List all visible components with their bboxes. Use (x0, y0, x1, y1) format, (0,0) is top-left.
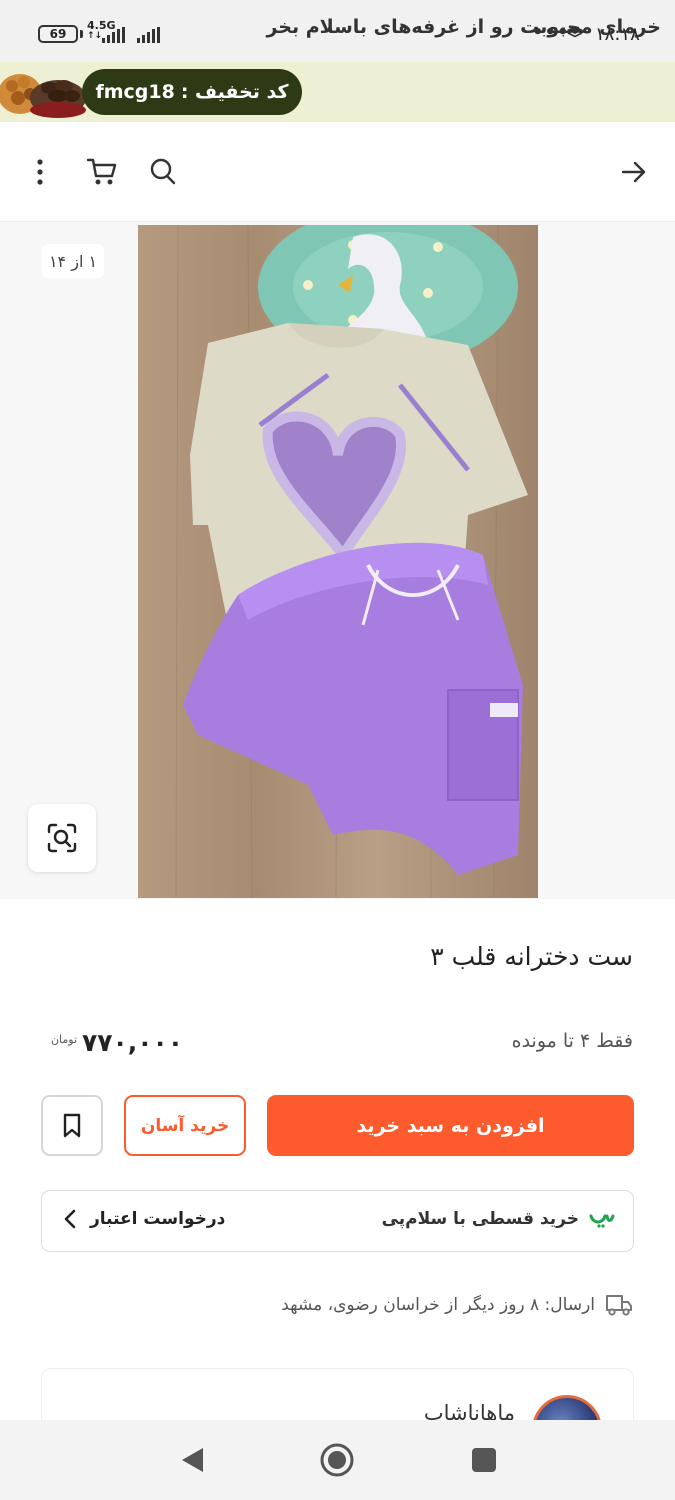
search-icon (150, 158, 176, 185)
dates-product-image (0, 74, 86, 118)
back-nav-icon (182, 1448, 203, 1472)
truck-icon (606, 1295, 632, 1316)
credit-request-link[interactable]: درخواست اعتبار (64, 1209, 225, 1229)
more-icon (37, 159, 43, 185)
nav-home-button[interactable] (317, 1440, 357, 1480)
chevron-left-icon (64, 1209, 76, 1229)
shipping-info: ارسال: ۸ روز دیگر از خراسان رضوی، مشهد (281, 1293, 633, 1317)
back-arrow-icon (621, 161, 646, 183)
promo-text: خرمای محبوبت رو از غرفه‌های باسلام بخر (266, 16, 661, 38)
nav-recents-button[interactable] (464, 1440, 504, 1480)
discount-code: fmcg18 (95, 81, 175, 103)
discount-code-label: کد تخفیف : (180, 81, 289, 103)
product-price: ۷۷۰,۰۰۰ (82, 1028, 184, 1057)
seller-card[interactable]: ماهاناشاپ (41, 1368, 634, 1428)
add-to-cart-button[interactable]: افزودن به سبد خرید (267, 1095, 634, 1156)
cart-button[interactable] (80, 150, 124, 194)
installment-credit-card[interactable]: خرید قسطی با سلام‌پی درخواست اعتبار (41, 1190, 634, 1252)
credit-request-label: درخواست اعتبار (90, 1209, 226, 1229)
cart-icon (86, 158, 117, 185)
home-nav-icon (320, 1443, 354, 1477)
battery-level: 69 (49, 27, 67, 41)
installment-info: خرید قسطی با سلام‌پی (382, 1209, 615, 1229)
price-currency: تومان (50, 1033, 78, 1046)
nav-back-button[interactable] (172, 1440, 212, 1480)
product-photo[interactable] (138, 225, 538, 898)
battery-tip (80, 30, 83, 38)
installment-label: خرید قسطی با سلام‌پی (381, 1209, 579, 1229)
signal-icon-2 (137, 27, 160, 43)
discount-code-pill[interactable]: کد تخفیف : fmcg18 (82, 69, 302, 115)
signal-icon (102, 27, 125, 43)
shipping-text: ارسال: ۸ روز دیگر از خراسان رضوی، مشهد (281, 1295, 595, 1315)
zoom-scan-icon (47, 823, 77, 853)
recents-nav-icon (472, 1448, 496, 1472)
zoom-button[interactable] (28, 804, 96, 872)
battery-icon: 69 (38, 25, 78, 43)
product-title: ست دخترانه قلب ۳ (430, 942, 633, 971)
salampay-logo-icon (589, 1214, 615, 1228)
more-button[interactable] (18, 150, 62, 194)
search-button[interactable] (142, 150, 186, 194)
bookmark-icon (63, 1113, 81, 1137)
stock-status: فقط ۴ تا مونده (511, 1030, 633, 1052)
easy-buy-button[interactable]: خرید آسان (124, 1095, 246, 1156)
image-counter: ۱ از ۱۴ (42, 244, 104, 278)
bookmark-button[interactable] (41, 1095, 103, 1156)
back-button[interactable] (612, 150, 656, 194)
